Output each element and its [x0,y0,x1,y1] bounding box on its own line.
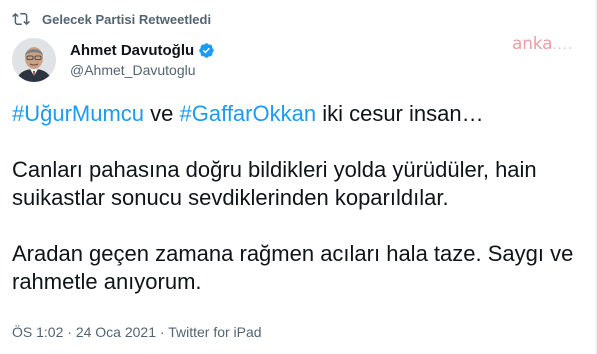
tweet-line-2: Canları pahasına doğru bildikleri yolda … [12,157,537,182]
hashtag-ugurmumcu[interactable]: #UğurMumcu [12,101,144,126]
watermark-dots: .... [552,38,573,53]
retweet-icon [12,12,30,26]
tweet-line-4: Aradan geçen zamana rağmen acıları hala … [12,241,574,266]
watermark-logo: anka.... [512,34,573,54]
tweet-source[interactable]: Twitter for iPad [168,324,261,340]
avatar-image [12,38,56,82]
tweet-line-3: suikastlar sonucu sevdiklerinden koparıl… [12,185,449,210]
tweet-date[interactable]: 24 Oca 2021 [76,324,156,340]
tweet-line-1: #UğurMumcu ve #GaffarOkkan iki cesur ins… [12,100,582,128]
tweet-meta: ÖS 1:02 · 24 Oca 2021 · Twitter for iPad [12,324,262,340]
author-header[interactable]: Ahmet Davutoğlu @Ahmet_Davutoglu [12,36,215,84]
tweet-text: #UğurMumcu ve #GaffarOkkan iki cesur ins… [12,100,582,296]
author-name[interactable]: Ahmet Davutoğlu [70,42,194,59]
meta-separator: · [63,324,76,340]
tweet-time[interactable]: ÖS 1:02 [12,324,63,340]
hashtag-gaffarokkan[interactable]: #GaffarOkkan [180,101,317,126]
retweet-context[interactable]: Gelecek Partisi Retweetledi [12,8,211,30]
avatar[interactable] [12,38,56,82]
author-handle[interactable]: @Ahmet_Davutoglu [70,62,215,78]
verified-badge-icon [199,43,214,58]
meta-separator: · [156,324,169,340]
tweet-line-5: rahmetle anıyorum. [12,269,202,294]
tweet-conjunction: ve [144,101,180,126]
watermark-brand: anka [512,34,553,54]
retweet-label: Gelecek Partisi Retweetledi [42,11,212,27]
tweet-line-1-rest: iki cesur insan… [316,101,484,126]
